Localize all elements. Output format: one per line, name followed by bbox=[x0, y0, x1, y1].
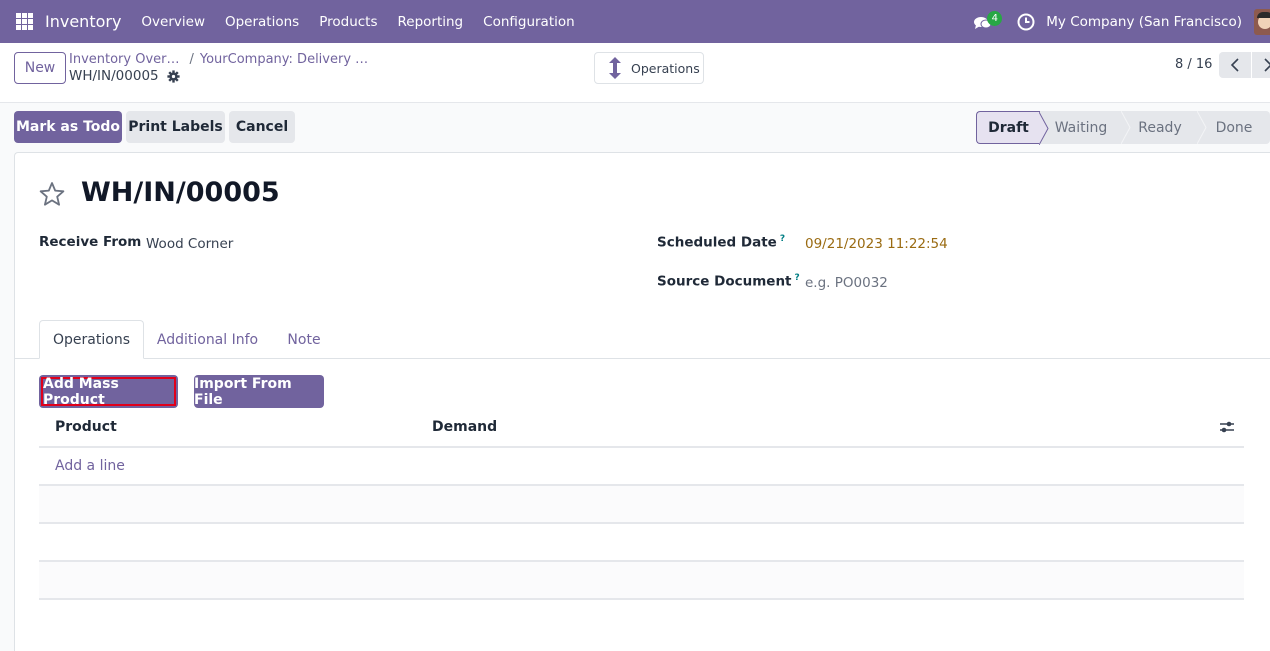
control-panel: New Inventory Over… / YourCompany: Deliver… bbox=[0, 43, 1270, 103]
gear-icon[interactable] bbox=[167, 69, 180, 83]
top-navbar: Inventory Overview Operations Products R… bbox=[0, 0, 1270, 43]
mark-as-todo-button[interactable]: Mark as Todo bbox=[14, 111, 122, 143]
print-labels-button[interactable]: Print Labels bbox=[126, 111, 225, 143]
stage-label: Draft bbox=[988, 119, 1029, 136]
receive-from-field[interactable]: Wood Corner bbox=[146, 236, 233, 252]
navbar-systray: 4 My Company (San Francisco) bbox=[973, 0, 1270, 43]
scheduled-date-field[interactable]: 09/21/2023 11:22:54 bbox=[805, 236, 948, 252]
breadcrumb-item[interactable]: Inventory Over… bbox=[69, 52, 180, 67]
table-row bbox=[39, 562, 1244, 598]
operations-smart-button[interactable]: Operations bbox=[594, 52, 704, 84]
source-document-label-text: Source Document bbox=[657, 273, 792, 290]
chat-button[interactable]: 4 bbox=[973, 10, 1003, 33]
table-row-divider bbox=[39, 598, 1244, 600]
operations-smart-button-label: Operations bbox=[631, 60, 700, 76]
scheduled-date-label-text: Scheduled Date bbox=[657, 234, 777, 251]
pager-previous-button[interactable] bbox=[1219, 52, 1251, 78]
add-mass-product-label: Add Mass Product bbox=[41, 376, 176, 408]
stage-ready[interactable]: Ready bbox=[1122, 111, 1207, 144]
receive-from-label: Receive From bbox=[39, 234, 142, 250]
status-bar: Draft Waiting Ready Done bbox=[976, 111, 1270, 145]
record-title: WH/IN/00005 bbox=[81, 177, 280, 208]
column-header-product[interactable]: Product bbox=[55, 419, 117, 435]
arrows-vertical-icon bbox=[609, 57, 621, 79]
menu-products[interactable]: Products bbox=[309, 14, 387, 30]
scheduled-date-label: Scheduled Date? bbox=[657, 234, 785, 251]
add-mass-product-button[interactable]: Add Mass Product bbox=[39, 375, 178, 408]
main-menu: Overview Operations Products Reporting C… bbox=[131, 14, 584, 30]
stage-done[interactable]: Done bbox=[1198, 111, 1270, 144]
pager-next-button[interactable] bbox=[1252, 52, 1270, 78]
optional-columns-toggle-icon[interactable] bbox=[1219, 419, 1235, 435]
tab-additional-info[interactable]: Additional Info bbox=[150, 320, 265, 359]
apps-grid-icon[interactable] bbox=[16, 12, 34, 31]
avatar[interactable] bbox=[1254, 8, 1270, 35]
tab-operations[interactable]: Operations bbox=[39, 320, 144, 359]
record-name: WH/IN/00005 bbox=[69, 68, 159, 84]
table-row bbox=[39, 486, 1244, 522]
help-tooltip-icon[interactable]: ? bbox=[795, 273, 800, 283]
table-header-divider bbox=[39, 446, 1244, 448]
stage-label: Ready bbox=[1138, 119, 1182, 136]
cancel-button[interactable]: Cancel bbox=[229, 111, 295, 143]
menu-configuration[interactable]: Configuration bbox=[473, 14, 585, 30]
stage-label: Done bbox=[1215, 119, 1253, 136]
pager-value[interactable]: 8 / 16 bbox=[1175, 57, 1212, 72]
clock-icon[interactable] bbox=[1017, 13, 1035, 31]
chevron-left-icon bbox=[1230, 58, 1239, 72]
star-icon[interactable] bbox=[39, 181, 65, 207]
source-document-input[interactable]: e.g. PO0032 bbox=[805, 275, 888, 291]
source-document-label: Source Document? bbox=[657, 273, 800, 290]
new-button[interactable]: New bbox=[14, 52, 66, 84]
add-a-line-link[interactable]: Add a line bbox=[55, 458, 125, 474]
menu-reporting[interactable]: Reporting bbox=[388, 14, 474, 30]
breadcrumb-separator: / bbox=[189, 52, 194, 67]
help-tooltip-icon[interactable]: ? bbox=[780, 234, 785, 244]
breadcrumb-current: WH/IN/00005 bbox=[69, 68, 180, 84]
company-switcher[interactable]: My Company (San Francisco) bbox=[1046, 14, 1242, 30]
stage-draft[interactable]: Draft bbox=[976, 111, 1049, 145]
chat-count-badge: 4 bbox=[987, 10, 1003, 26]
stage-label: Waiting bbox=[1054, 119, 1108, 136]
tab-note[interactable]: Note bbox=[275, 320, 333, 359]
app-name[interactable]: Inventory bbox=[45, 12, 121, 31]
table-row-divider bbox=[39, 522, 1244, 524]
menu-overview[interactable]: Overview bbox=[131, 14, 215, 30]
menu-operations[interactable]: Operations bbox=[215, 14, 309, 30]
chevron-right-icon bbox=[1264, 58, 1270, 72]
stage-waiting[interactable]: Waiting bbox=[1040, 111, 1131, 144]
breadcrumb-item[interactable]: YourCompany: Delivery … bbox=[200, 52, 368, 67]
breadcrumb: Inventory Over… / YourCompany: Delivery … bbox=[69, 52, 368, 67]
column-header-demand[interactable]: Demand bbox=[432, 419, 497, 435]
import-from-file-button[interactable]: Import From File bbox=[194, 375, 324, 408]
